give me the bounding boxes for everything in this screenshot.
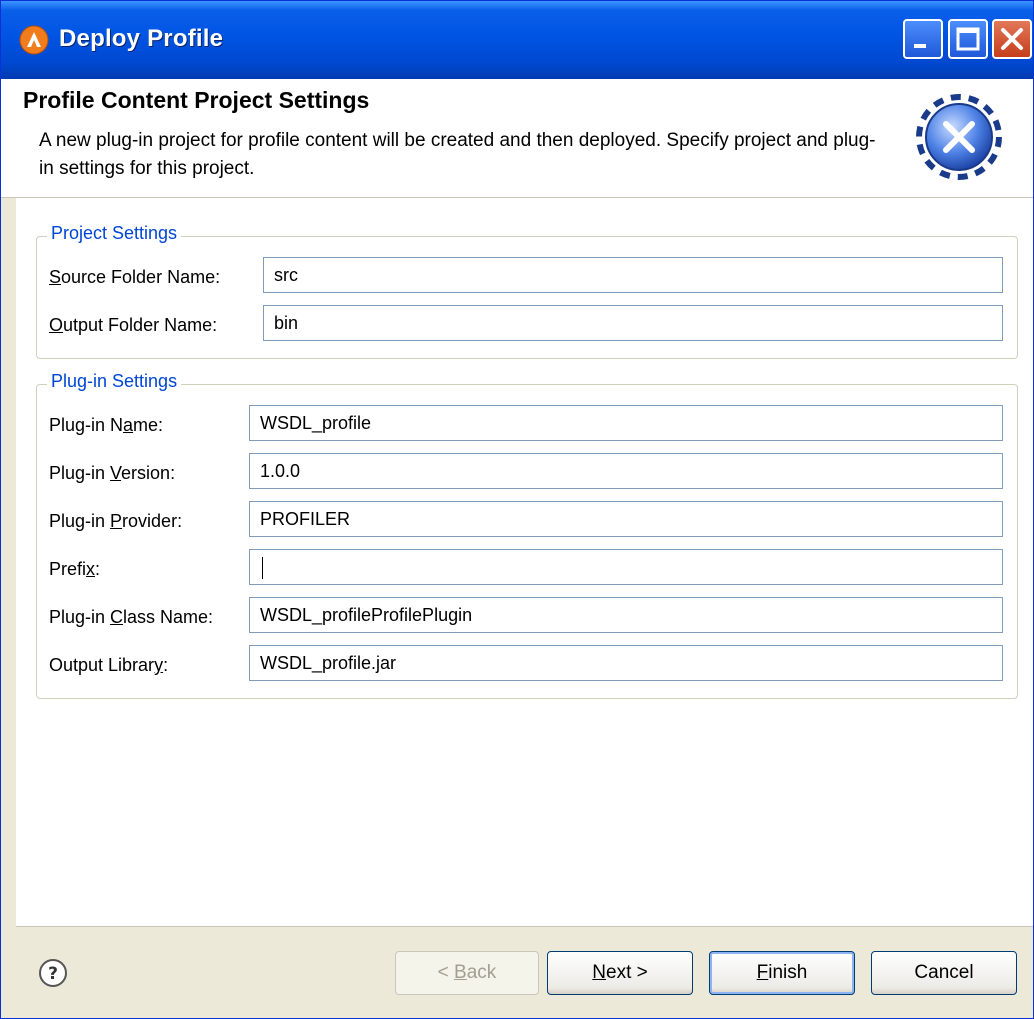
plugin-version-input[interactable]: 1.0.0 [249, 453, 1003, 489]
group-title: Project Settings [47, 223, 182, 244]
help-icon[interactable]: ? [38, 958, 68, 988]
wizard-gear-icon [915, 93, 1003, 181]
window-title: Deploy Profile [59, 25, 224, 52]
back-button[interactable]: < Back [395, 951, 539, 995]
page-title: Profile Content Project Settings [23, 87, 370, 113]
prefix-label: Prefix: [49, 559, 101, 579]
page-description: A new plug-in project for profile conten… [39, 130, 876, 179]
next-button[interactable]: Next > [547, 951, 693, 995]
output-folder-label: Output Folder Name: [49, 315, 218, 335]
plugin-class-name-input[interactable]: WSDL_profileProfilePlugin [249, 597, 1003, 633]
project-settings-group: Project Settings Source Folder Name: src… [36, 223, 1018, 359]
group-title: Plug-in Settings [47, 371, 182, 392]
finish-button[interactable]: Finish [709, 951, 855, 995]
plugin-class-name-label: Plug-in Class Name: [49, 607, 214, 627]
plugin-version-label: Plug-in Version: [49, 463, 176, 483]
output-library-label: Output Library: [49, 655, 169, 675]
minimize-button[interactable] [903, 19, 943, 59]
svg-text:?: ? [48, 964, 58, 984]
output-library-input[interactable]: WSDL_profile.jar [249, 645, 1003, 681]
plugin-provider-label: Plug-in Provider: [49, 511, 183, 531]
app-logo-icon [19, 25, 49, 55]
prefix-input[interactable] [249, 549, 1003, 585]
plugin-name-input[interactable]: WSDL_profile [249, 405, 1003, 441]
plugin-provider-input[interactable]: PROFILER [249, 501, 1003, 537]
cancel-button[interactable]: Cancel [871, 951, 1017, 995]
left-margin [1, 198, 16, 1018]
title-bar[interactable]: Deploy Profile [1, 1, 1033, 79]
source-folder-label: Source Folder Name: [49, 267, 221, 287]
plugin-settings-group: Plug-in Settings Plug-in Name: WSDL_prof… [36, 371, 1018, 699]
wizard-body: Project Settings Source Folder Name: src… [16, 198, 1033, 926]
maximize-button[interactable] [948, 19, 988, 59]
deploy-profile-dialog: Deploy Profile Profile Content Project S… [0, 0, 1034, 1019]
plugin-name-label: Plug-in Name: [49, 415, 164, 435]
source-folder-input[interactable]: src [263, 257, 1003, 293]
wizard-header: Profile Content Project Settings A new p… [1, 79, 1033, 198]
text-cursor [262, 557, 263, 579]
close-button[interactable] [992, 19, 1032, 59]
output-folder-input[interactable]: bin [263, 305, 1003, 341]
